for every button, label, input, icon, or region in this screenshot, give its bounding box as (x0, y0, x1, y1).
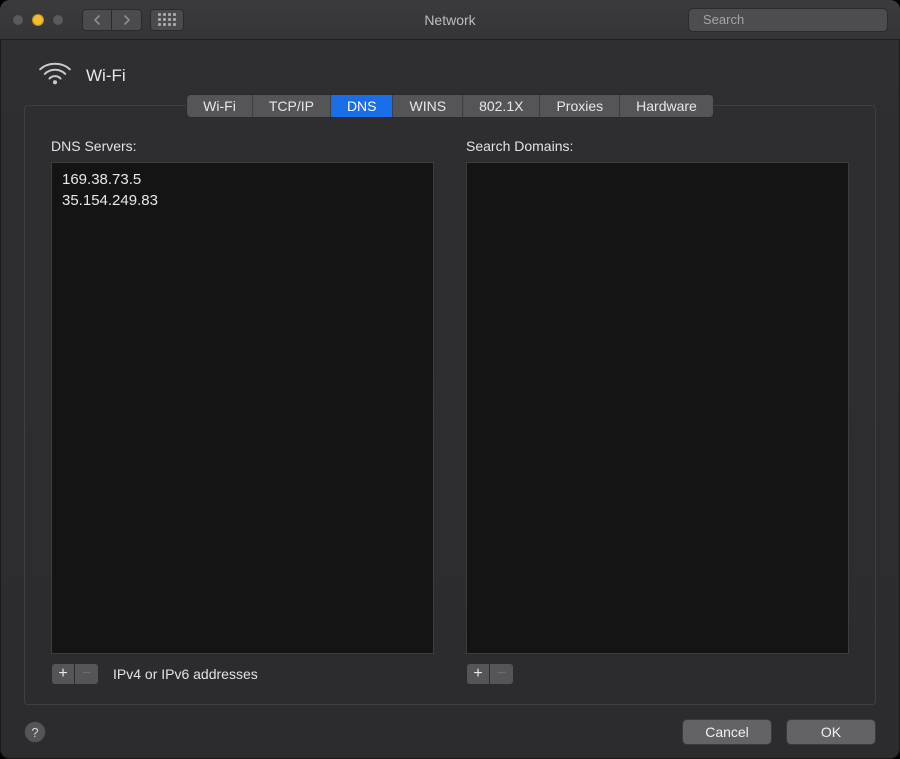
dns-add-button[interactable]: + (51, 663, 75, 685)
dns-hint: IPv4 or IPv6 addresses (113, 666, 258, 682)
minimize-window-button[interactable] (32, 14, 44, 26)
dns-pm-group: + − (51, 663, 99, 685)
tab-wins[interactable]: WINS (394, 95, 464, 117)
grid-icon (158, 13, 176, 26)
dns-servers-label: DNS Servers: (51, 138, 434, 154)
search-input[interactable] (703, 12, 879, 27)
tab-tcp-ip[interactable]: TCP/IP (253, 95, 331, 117)
tab-wi-fi[interactable]: Wi-Fi (187, 95, 253, 117)
header-row: Wi-Fi (24, 60, 876, 91)
search-domains-pm-group: + − (466, 663, 514, 685)
tab-proxies[interactable]: Proxies (540, 95, 620, 117)
dns-server-row[interactable]: 35.154.249.83 (62, 190, 423, 211)
search-field[interactable] (688, 8, 888, 32)
forward-button[interactable] (112, 9, 142, 31)
nav-buttons (82, 9, 142, 31)
tab-hardware[interactable]: Hardware (620, 95, 713, 117)
zoom-window-button[interactable] (52, 14, 64, 26)
show-all-button[interactable] (150, 9, 184, 31)
tabs: Wi-FiTCP/IPDNSWINS802.1XProxiesHardware (186, 94, 714, 118)
tab-802-1x[interactable]: 802.1X (463, 95, 540, 117)
wifi-icon (38, 60, 72, 91)
body: Wi-Fi Wi-FiTCP/IPDNSWINS802.1XProxiesHar… (0, 40, 900, 759)
chevron-left-icon (92, 15, 102, 25)
ok-button[interactable]: OK (786, 719, 876, 745)
search-domains-list[interactable] (466, 162, 849, 654)
network-window: Network Wi-Fi Wi-FiTCP/IPDNSWINS802.1XPr… (0, 0, 900, 759)
help-button[interactable]: ? (24, 721, 46, 743)
dns-servers-column: DNS Servers: 169.38.73.535.154.249.83 + … (51, 138, 434, 686)
titlebar: Network (0, 0, 900, 40)
tabs-panel: Wi-FiTCP/IPDNSWINS802.1XProxiesHardware … (24, 105, 876, 705)
tab-dns[interactable]: DNS (331, 95, 394, 117)
page-title: Wi-Fi (86, 66, 126, 86)
search-domains-label: Search Domains: (466, 138, 849, 154)
search-domains-remove-button[interactable]: − (490, 663, 514, 685)
search-domains-column: Search Domains: + − (466, 138, 849, 686)
columns: DNS Servers: 169.38.73.535.154.249.83 + … (51, 138, 849, 686)
cancel-button[interactable]: Cancel (682, 719, 772, 745)
back-button[interactable] (82, 9, 112, 31)
dns-server-row[interactable]: 169.38.73.5 (62, 169, 423, 190)
chevron-right-icon (122, 15, 132, 25)
window-controls (12, 14, 64, 26)
footer: ? Cancel OK (24, 719, 876, 745)
dns-servers-list[interactable]: 169.38.73.535.154.249.83 (51, 162, 434, 654)
search-domains-controls: + − (466, 662, 849, 686)
search-domains-add-button[interactable]: + (466, 663, 490, 685)
dns-controls: + − IPv4 or IPv6 addresses (51, 662, 434, 686)
close-window-button[interactable] (12, 14, 24, 26)
dns-remove-button[interactable]: − (75, 663, 99, 685)
